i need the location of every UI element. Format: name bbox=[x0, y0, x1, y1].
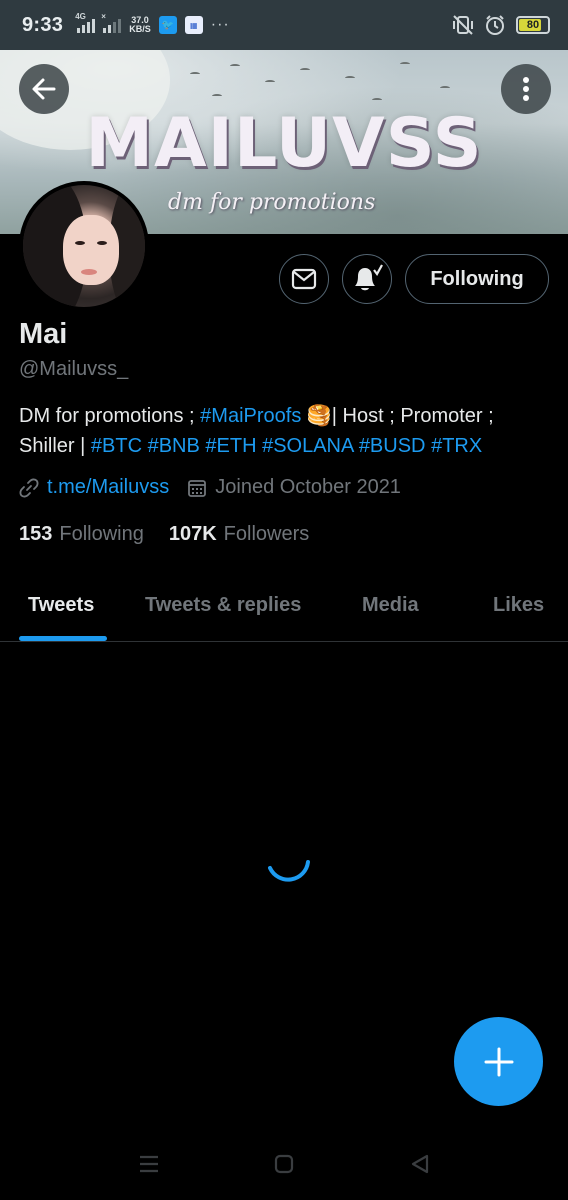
twitter-notification-icon: 🐦 bbox=[158, 16, 177, 34]
followers-count-link[interactable]: 107K Followers bbox=[169, 523, 309, 546]
app-notification-icon: ▦ bbox=[184, 16, 203, 34]
tab-media[interactable]: Media bbox=[362, 594, 419, 617]
active-tab-indicator bbox=[19, 636, 107, 641]
avatar[interactable] bbox=[19, 181, 149, 311]
follow-counts: 153 Following 107K Followers bbox=[19, 523, 309, 546]
profile-name: Mai bbox=[19, 318, 68, 350]
alarm-icon bbox=[486, 15, 504, 35]
tab-tweets[interactable]: Tweets bbox=[28, 594, 94, 617]
vibrate-mute-icon bbox=[453, 15, 473, 35]
cellular-signal-icon: 4G bbox=[75, 12, 96, 33]
following-count-link[interactable]: 153 Following bbox=[19, 523, 144, 546]
joined-date: Joined October 2021 bbox=[215, 476, 401, 498]
hashtag-link[interactable]: #BUSD bbox=[359, 435, 426, 457]
cellular-signal-2-icon: × bbox=[101, 12, 122, 33]
envelope-icon bbox=[291, 268, 317, 290]
status-time: 9:33 bbox=[22, 13, 64, 36]
banner-subtitle: dm for promotions bbox=[168, 190, 376, 215]
system-navigation-bar bbox=[0, 1130, 568, 1200]
tab-tweets-replies[interactable]: Tweets & replies bbox=[145, 594, 301, 617]
hashtag-link[interactable]: #SOLANA bbox=[262, 435, 353, 457]
compose-tweet-button[interactable] bbox=[454, 1017, 543, 1106]
home-icon[interactable] bbox=[274, 1154, 294, 1174]
profile-meta: t.me/Mailuvss Joined October 2021 bbox=[19, 476, 401, 499]
plus-icon bbox=[484, 1047, 513, 1076]
profile-bio: DM for promotions ; #MaiProofs 🥞| Host ;… bbox=[19, 405, 494, 457]
following-button[interactable]: Following bbox=[405, 254, 549, 304]
network-speed: 37.0 KB/S bbox=[129, 15, 151, 34]
more-options-button[interactable] bbox=[501, 64, 551, 114]
more-notifications-icon: ··· bbox=[210, 16, 230, 33]
hashtag-link[interactable]: #BNB bbox=[148, 435, 200, 457]
back-button[interactable] bbox=[19, 64, 69, 114]
notifications-button[interactable] bbox=[342, 254, 392, 304]
back-nav-icon[interactable] bbox=[410, 1154, 430, 1174]
link-icon bbox=[19, 478, 39, 497]
message-button[interactable] bbox=[279, 254, 329, 304]
tab-likes[interactable]: Likes bbox=[493, 594, 544, 617]
hashtag-link[interactable]: #TRX bbox=[431, 435, 482, 457]
spinner-icon bbox=[268, 860, 310, 882]
more-vertical-icon bbox=[523, 77, 529, 101]
hashtag-link[interactable]: #MaiProofs bbox=[200, 405, 301, 427]
profile-handle: @Mailuvss_ bbox=[19, 358, 129, 380]
recent-apps-icon[interactable] bbox=[138, 1154, 160, 1174]
hashtag-link[interactable]: #BTC bbox=[91, 435, 142, 457]
profile-website-link[interactable]: t.me/Mailuvss bbox=[47, 476, 169, 499]
arrow-left-icon bbox=[32, 78, 56, 100]
bell-check-icon bbox=[355, 264, 383, 291]
status-bar: 9:33 4G × 37.0 KB/S 🐦 ▦ ··· 80 bbox=[0, 0, 568, 50]
battery-icon: 80 bbox=[516, 16, 550, 34]
calendar-icon bbox=[188, 479, 207, 497]
banner-title: MAILUVSS bbox=[85, 104, 483, 183]
hashtag-link[interactable]: #ETH bbox=[205, 435, 256, 457]
profile-tabs: Tweets Tweets & replies Media Likes bbox=[0, 580, 568, 642]
